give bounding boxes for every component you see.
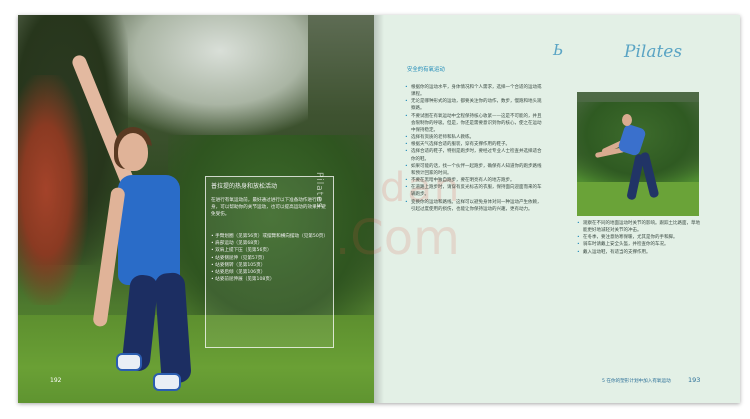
overlay-title: 普拉提的热身和放松活动 [211, 183, 278, 190]
list-item: 站姿侧转（见第105页） [211, 262, 329, 269]
brand-mark: Ь [553, 41, 564, 59]
list-item: 无论是哪种形式的运动，都要关注你的动作，数步，慢跑和地头观察路。 [405, 98, 543, 112]
photo-lawn [577, 182, 699, 216]
photo-head [622, 114, 632, 126]
left-shoe [116, 353, 142, 371]
overlay-list: 手臂划圈（见第56页）或摆臂和横向摆动（见第50页） 肩部运动（见第68页） 双… [211, 233, 329, 283]
red-foliage [18, 75, 88, 305]
list-item: 不要在黑暗中独自跑步，要在明亮有人的地方跑步。 [405, 177, 543, 184]
list-item: 戴入运动鞋，有适当的支撑作用。 [577, 249, 703, 256]
section-title: 安全的有氧运动 [407, 67, 445, 73]
list-item: 站姿前屈伸展（见第108页） [211, 276, 329, 283]
overlay-intro: 在进行有氧运动前，最好通过进行以下准备动作进行热身，可以帮助你的关节运动，也可以… [211, 198, 326, 217]
list-item: 双肩上提下压（见第56页） [211, 247, 329, 254]
list-item: 肩部运动（见第68页） [211, 240, 329, 247]
watermark-secondary: .Com [335, 210, 460, 266]
list-item: 变换你的运动和路线。这样可以避免身体对同一种运动产生依赖，引起过度使用的损伤，也… [405, 199, 543, 213]
squat-photo [577, 92, 699, 216]
overlay-vertical-label: Pilates [314, 172, 324, 209]
list-item: 根据天气选择合适的服装，穿有支撑作用的鞋子。 [405, 141, 543, 148]
page-number-left: 192 [50, 377, 62, 384]
extra-bullet-list: 观察在不同的地面运动时关节的影响。跟踪土比路面，草地能更好地减轻对关节的冲击。 … [577, 220, 703, 256]
list-item: 骑车时请戴上安全头盔，并检查你的车况。 [577, 241, 703, 248]
list-item: 站姿后倾（见第106页） [211, 269, 329, 276]
list-item: 选择有资质的老师和私人教练。 [405, 134, 543, 141]
list-item: 根据你的运动水平，身体情况和个人需求，选择一个合适的运动或课程。 [405, 84, 543, 98]
list-item: 如果可能的话，找一个伙伴一起跑步，确保有人知道你的跑步路线和预计回家的时间。 [405, 163, 543, 177]
list-item: 站姿侧屈伸（见第57页） [211, 255, 329, 262]
list-item: 观察在不同的地面运动时关节的影响。跟踪土比路面，草地能更好地减轻对关节的冲击。 [577, 220, 703, 234]
list-item: 在道路上跑步时，请穿有反光标志的衣服，保持面向迎面而来的车辆跑步。 [405, 184, 543, 198]
list-item: 手臂划圈（见第56页）或摆臂和横向摆动（见第50页） [211, 233, 329, 240]
blue-top [118, 175, 180, 285]
book-spread-view: 普拉提的热身和放松活动 在进行有氧运动前，最好通过进行以下准备动作进行热身，可以… [0, 0, 750, 419]
safety-bullet-list: 根据你的运动水平，身体情况和个人需求，选择一个合适的运动或课程。 无论是哪种形式… [405, 84, 543, 213]
head [118, 133, 148, 171]
chapter-footer: 5 在你的塑形计划中加入有氧运动 [602, 379, 671, 384]
list-item: 不要试图在有氧运动中全程保持核心收紧——这是不可能的，并且会限制你的呼吸。但是，… [405, 113, 543, 134]
left-page-photo: 普拉提的热身和放松活动 在进行有氧运动前，最好通过进行以下准备动作进行热身，可以… [18, 15, 374, 403]
right-shoe [153, 373, 181, 391]
brand-title: Pilates [624, 42, 683, 62]
page-number-right: 193 [688, 376, 701, 384]
list-item: 在冬季，要注意防寒保暖，尤其是你的手和脚。 [577, 234, 703, 241]
list-item: 选择合适的鞋子，特别是跑步时，要经过专业人士检查并选择适合你的鞋。 [405, 148, 543, 162]
